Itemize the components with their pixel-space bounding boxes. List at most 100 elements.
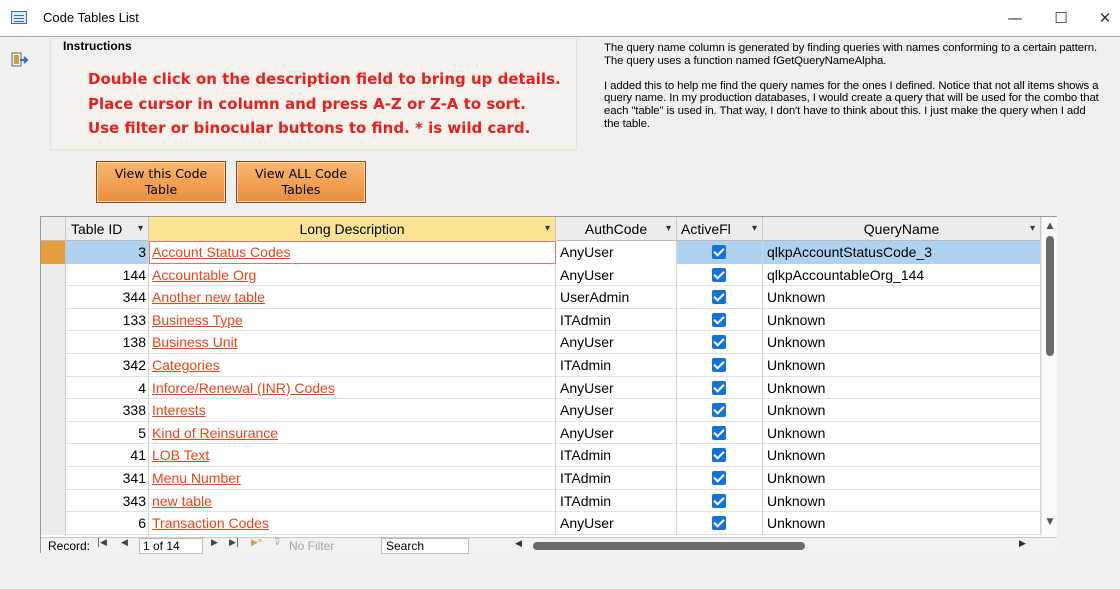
table-id-cell[interactable]: 144 xyxy=(66,263,149,287)
queryname-cell[interactable]: Unknown xyxy=(763,308,1041,332)
queryname-cell[interactable]: Unknown xyxy=(763,466,1041,490)
next-record-icon[interactable]: ▶ xyxy=(211,538,218,548)
row-selector[interactable] xyxy=(41,444,66,467)
long-description-link[interactable]: Interests xyxy=(149,399,556,422)
no-filter-indicator[interactable]: No Filter xyxy=(289,539,334,553)
vertical-scrollbar[interactable]: ▲ ▼ xyxy=(1041,217,1057,537)
minimize-button[interactable]: — xyxy=(1000,6,1030,30)
long-description-link[interactable]: Menu Number xyxy=(149,466,556,490)
column-header-authcode[interactable]: AuthCode ▾ xyxy=(556,217,677,241)
table-row[interactable]: 5 Kind of Reinsurance AnyUser Unknown xyxy=(41,421,1041,445)
row-selector[interactable] xyxy=(41,353,66,377)
exit-icon[interactable] xyxy=(10,50,30,70)
table-row[interactable]: 144 Accountable Org AnyUser qlkpAccountable… xyxy=(41,263,1041,287)
authcode-cell[interactable]: AnyUser xyxy=(556,376,677,400)
row-selector[interactable] xyxy=(41,421,66,445)
row-selector[interactable] xyxy=(41,241,66,264)
table-id-cell[interactable]: 3 xyxy=(66,241,149,264)
horizontal-scroll-thumb[interactable] xyxy=(533,542,805,550)
activeflag-cell[interactable] xyxy=(677,421,763,445)
queryname-cell[interactable]: qlkpAccountableOrg_144 xyxy=(763,263,1041,287)
authcode-cell[interactable]: AnyUser xyxy=(556,399,677,422)
long-description-link[interactable]: LOB Text xyxy=(149,444,556,467)
authcode-cell[interactable]: ITAdmin xyxy=(556,353,677,377)
activeflag-cell[interactable] xyxy=(677,241,763,264)
long-description-link[interactable]: Business Unit xyxy=(149,331,556,354)
column-header-long-description[interactable]: Long Description ▾ xyxy=(149,217,556,241)
dropdown-arrow-icon[interactable]: ▾ xyxy=(752,217,757,241)
close-button[interactable]: ✕ xyxy=(1090,6,1120,30)
authcode-cell[interactable]: AnyUser xyxy=(556,512,677,535)
table-id-cell[interactable]: 4 xyxy=(66,376,149,400)
activeflag-cell[interactable] xyxy=(677,444,763,467)
long-description-link[interactable]: Kind of Reinsurance xyxy=(149,421,556,445)
authcode-cell[interactable]: UserAdmin xyxy=(556,286,677,309)
checkbox-checked-icon[interactable] xyxy=(712,245,726,259)
dropdown-arrow-icon[interactable]: ▾ xyxy=(138,217,143,241)
authcode-cell[interactable]: AnyUser xyxy=(556,421,677,445)
checkbox-checked-icon[interactable] xyxy=(712,267,726,282)
checkbox-checked-icon[interactable] xyxy=(712,448,726,463)
authcode-cell[interactable]: ITAdmin xyxy=(556,444,677,467)
checkbox-checked-icon[interactable] xyxy=(712,403,726,418)
row-selector[interactable] xyxy=(41,286,66,309)
horizontal-scrollbar[interactable]: ◀ ▶ xyxy=(507,539,1041,551)
activeflag-cell[interactable] xyxy=(677,399,763,422)
checkbox-checked-icon[interactable] xyxy=(712,290,726,305)
long-description-link[interactable]: Transaction Codes xyxy=(149,512,556,535)
new-record-icon[interactable]: ▶* xyxy=(251,538,262,548)
long-description-link[interactable]: Accountable Org xyxy=(149,263,556,287)
authcode-cell[interactable]: ITAdmin xyxy=(556,308,677,332)
scroll-thumb[interactable] xyxy=(1046,236,1054,356)
table-id-cell[interactable]: 342 xyxy=(66,353,149,377)
row-selector[interactable] xyxy=(41,466,66,490)
queryname-cell[interactable]: Unknown xyxy=(763,376,1041,400)
column-header-table-id[interactable]: Table ID ▾ xyxy=(66,217,149,241)
activeflag-cell[interactable] xyxy=(677,466,763,490)
row-selector[interactable] xyxy=(41,399,66,422)
dropdown-arrow-icon[interactable]: ▾ xyxy=(545,217,550,241)
row-selector[interactable] xyxy=(41,331,66,354)
table-row[interactable]: 343 new table ITAdmin Unknown xyxy=(41,489,1041,513)
long-description-link[interactable]: new table xyxy=(149,489,556,513)
view-all-code-tables-button[interactable]: View ALL Code Tables xyxy=(236,161,366,203)
activeflag-cell[interactable] xyxy=(677,286,763,309)
table-row[interactable]: 4 Inforce/Renewal (INR) Codes AnyUser Unkno… xyxy=(41,376,1041,400)
table-row[interactable]: 342 Categories ITAdmin Unknown xyxy=(41,353,1041,377)
authcode-cell[interactable]: ITAdmin xyxy=(556,489,677,513)
checkbox-checked-icon[interactable] xyxy=(712,470,726,485)
queryname-cell[interactable]: qlkpAccountStatusCode_3 xyxy=(763,241,1041,264)
table-id-cell[interactable]: 41 xyxy=(66,444,149,467)
long-description-link[interactable]: Account Status Codes xyxy=(149,241,556,264)
select-all-corner[interactable] xyxy=(41,217,66,241)
queryname-cell[interactable]: Unknown xyxy=(763,489,1041,513)
activeflag-cell[interactable] xyxy=(677,376,763,400)
authcode-cell[interactable]: AnyUser xyxy=(556,241,677,264)
activeflag-cell[interactable] xyxy=(677,331,763,354)
authcode-cell[interactable]: AnyUser xyxy=(556,263,677,287)
table-row[interactable]: 338 Interests AnyUser Unknown xyxy=(41,399,1041,422)
checkbox-checked-icon[interactable] xyxy=(712,335,726,350)
checkbox-checked-icon[interactable] xyxy=(712,312,726,327)
queryname-cell[interactable]: Unknown xyxy=(763,331,1041,354)
table-id-cell[interactable]: 6 xyxy=(66,512,149,535)
long-description-link[interactable]: Categories xyxy=(149,353,556,377)
table-row[interactable]: 3 Account Status Codes AnyUser qlkpAccountS… xyxy=(41,241,1041,264)
activeflag-cell[interactable] xyxy=(677,489,763,513)
checkbox-checked-icon[interactable] xyxy=(712,380,726,395)
authcode-cell[interactable]: ITAdmin xyxy=(556,466,677,490)
checkbox-checked-icon[interactable] xyxy=(712,425,726,440)
row-selector[interactable] xyxy=(41,376,66,400)
queryname-cell[interactable]: Unknown xyxy=(763,286,1041,309)
maximize-button[interactable]: ☐ xyxy=(1046,6,1076,30)
table-id-cell[interactable]: 133 xyxy=(66,308,149,332)
activeflag-cell[interactable] xyxy=(677,512,763,535)
last-record-icon[interactable]: ▶| xyxy=(229,538,239,548)
scroll-left-icon[interactable]: ◀ xyxy=(515,539,522,549)
queryname-cell[interactable]: Unknown xyxy=(763,421,1041,445)
authcode-cell[interactable]: AnyUser xyxy=(556,331,677,354)
long-description-link[interactable]: Inforce/Renewal (INR) Codes xyxy=(149,376,556,400)
previous-record-icon[interactable]: ◀ xyxy=(121,538,128,548)
table-id-cell[interactable]: 343 xyxy=(66,489,149,513)
row-selector[interactable] xyxy=(41,489,66,513)
